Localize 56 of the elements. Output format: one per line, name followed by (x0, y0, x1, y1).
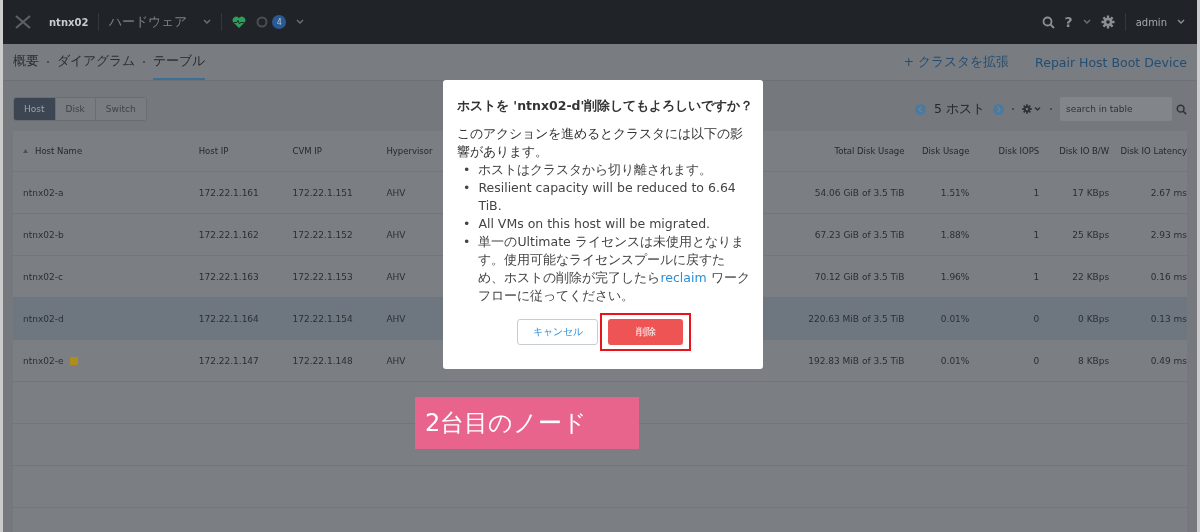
table-cell: ntnx02-d (23, 313, 64, 324)
table-cell-text: 2.93 ms (1149, 229, 1187, 240)
bullet-mark: • (463, 215, 471, 233)
host-count: 5 ホスト (934, 100, 985, 118)
bullet-mark: • (463, 161, 471, 179)
table-cell-text: 172.22.1.161 (198, 187, 260, 198)
table-cell-text: 192.83 MiB of 3.5 TiB (807, 355, 905, 366)
table-cell-text: 1 (1032, 187, 1040, 198)
table-cell-text: 220.63 MiB of 3.5 TiB (807, 313, 905, 324)
table-cell-text: AHV (386, 355, 407, 366)
table-cell-text: 1.96% (939, 271, 970, 282)
annotation-label: 2台目のノード (415, 397, 639, 449)
bullet-mark: • (463, 179, 471, 197)
impact-item: ホストはクラスタから切り離されます。 (478, 161, 713, 179)
table-cell-text: 172.22.1.154 (292, 313, 354, 324)
table-cell-text: 1.51% (939, 187, 970, 198)
table-cell-text: 0.01% (939, 355, 970, 366)
table-cell-text: 172.22.1.153 (292, 271, 354, 282)
table-cell-text: 54.06 GiB of 3.5 TiB (813, 187, 905, 198)
table-cell-text: 1 (1032, 271, 1040, 282)
table-cell-text: AHV (386, 271, 407, 282)
table-cell-text: 0.01% (939, 313, 970, 324)
impact-item: All VMs on this host will be migrated. (478, 215, 711, 233)
table-cell-text: 25 KBps (1071, 229, 1110, 240)
table-cell-text: 0 KBps (1077, 313, 1110, 324)
table-cell-text: 172.22.1.147 (198, 355, 260, 366)
table-cell: ntnx02-b (23, 229, 64, 240)
table-cell-text: 172.22.1.148 (292, 355, 354, 366)
table-cell-text: AHV (386, 229, 407, 240)
table-cell-text: 1.88% (939, 229, 970, 240)
impact-item: Resilient capacity will be reduced to 6.64 TiB. (478, 179, 737, 215)
table-cell-text: 172.22.1.162 (198, 229, 260, 240)
table-cell-text: 8 KBps (1077, 355, 1110, 366)
table-cell-text: 0.49 ms (1149, 355, 1187, 366)
table-cell: ntnx02-e (23, 355, 64, 366)
table-cell-text: AHV (386, 187, 407, 198)
table-cell-text: 172.22.1.164 (198, 313, 260, 324)
table-cell-text: 1 (1032, 229, 1040, 240)
table-cell-text: 172.22.1.152 (292, 229, 354, 240)
table-cell-text: 67.23 GiB of 3.5 TiB (813, 229, 905, 240)
table-cell-text: 0.16 ms (1149, 271, 1187, 282)
table-cell-text: AHV (386, 313, 407, 324)
table-cell-text: 0.13 ms (1149, 313, 1187, 324)
table-cell-text: 17 KBps (1071, 187, 1110, 198)
table-cell: ntnx02-c (23, 271, 63, 282)
table-cell-text: 70.12 GiB of 3.5 TiB (813, 271, 905, 282)
bullet-mark: • (463, 233, 471, 251)
table-cell-text: 0 (1032, 313, 1040, 324)
table-cell: ntnx02-a (23, 187, 64, 198)
table-cell-text: 22 KBps (1071, 271, 1110, 282)
dialog-title: ホストを 'ntnx02-d'削除してもよろしいですか？ (457, 98, 751, 115)
table-cell-text: 172.22.1.163 (198, 271, 260, 282)
table-cell-text: 2.67 ms (1149, 187, 1187, 198)
dialog-message: このアクションを進めるとクラスタには以下の影響があります。 (457, 125, 744, 161)
table-cell-text: 172.22.1.151 (292, 187, 354, 198)
table-cell-text: 0 (1032, 355, 1040, 366)
